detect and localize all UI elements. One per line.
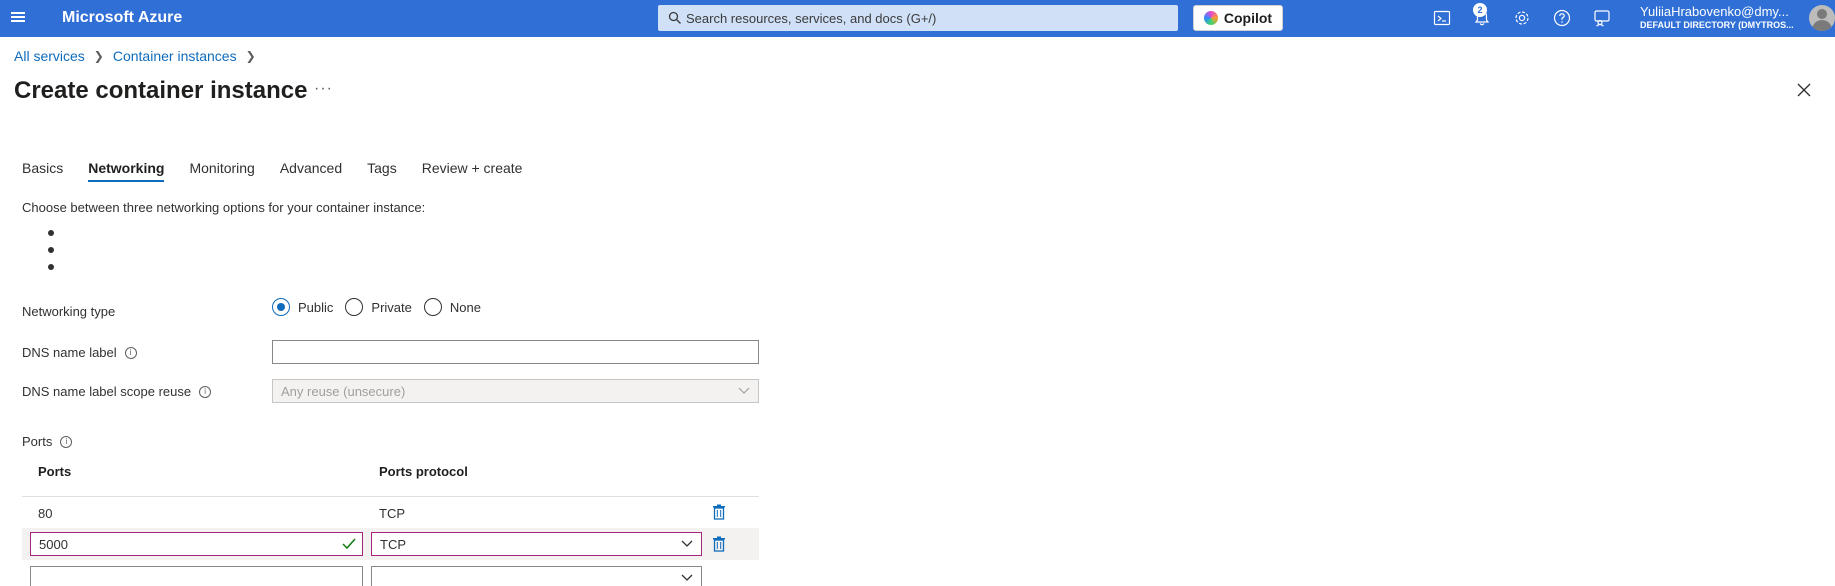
checkmark-icon <box>342 538 356 550</box>
copilot-label: Copilot <box>1223 10 1273 26</box>
ports-label-text: Ports <box>22 434 53 449</box>
new-port-input-field[interactable] <box>30 566 363 586</box>
divider <box>22 496 759 497</box>
delete-icon[interactable] <box>712 536 726 552</box>
copilot-icon <box>1203 11 1218 25</box>
chevron-right-icon: ❯ <box>93 49 104 63</box>
global-search[interactable] <box>658 5 1178 31</box>
chevron-right-icon: ❯ <box>245 49 256 63</box>
info-icon[interactable]: i <box>60 435 73 448</box>
dns-scope-value: Any reuse (unsecure) <box>281 384 406 399</box>
tab-monitoring[interactable]: Monitoring <box>189 160 254 182</box>
notification-badge: 2 <box>1473 3 1487 17</box>
tab-tags[interactable]: Tags <box>367 160 397 182</box>
column-header-protocol: Ports protocol <box>379 464 468 479</box>
dns-name-label-text: DNS name label <box>22 345 117 360</box>
breadcrumb-container-instances[interactable]: Container instances <box>113 48 237 64</box>
account-info[interactable]: YuliiaHrabovenko@dmy... DEFAULT DIRECTOR… <box>1640 4 1810 30</box>
networking-type-radio-group: Public Private None <box>272 298 493 316</box>
port-cell: 80 <box>38 506 53 521</box>
ports-label: Ports i <box>22 434 73 449</box>
info-icon[interactable]: i <box>199 385 212 398</box>
feedback-icon[interactable] <box>1592 8 1612 28</box>
networking-type-text: Networking type <box>22 304 116 319</box>
user-directory: DEFAULT DIRECTORY (DMYTROS... <box>1640 20 1794 30</box>
dns-name-field[interactable] <box>272 340 759 364</box>
wizard-tabs: Basics Networking Monitoring Advanced Ta… <box>22 160 547 182</box>
delete-icon[interactable] <box>712 504 726 520</box>
tab-basics[interactable]: Basics <box>22 160 63 182</box>
radio-private-label: Private <box>371 299 412 315</box>
networking-type-label: Networking type <box>22 304 115 319</box>
list-item <box>48 230 54 236</box>
help-icon[interactable] <box>1552 8 1572 28</box>
dns-name-input[interactable] <box>273 341 758 363</box>
new-protocol-select[interactable] <box>371 566 702 586</box>
radio-public[interactable]: Public <box>272 298 333 316</box>
tab-networking[interactable]: Networking <box>88 160 165 182</box>
top-bar: Microsoft Azure Copilot 2 YuliiaHraboven… <box>0 0 1835 37</box>
search-icon <box>668 11 681 24</box>
tab-advanced[interactable]: Advanced <box>280 160 342 182</box>
cloud-shell-icon[interactable] <box>1432 8 1452 28</box>
column-header-ports: Ports <box>38 464 72 479</box>
copilot-button[interactable]: Copilot <box>1193 5 1283 31</box>
dns-scope-select: Any reuse (unsecure) <box>272 379 759 403</box>
tab-review-create[interactable]: Review + create <box>422 160 523 182</box>
breadcrumb-all-services[interactable]: All services <box>14 48 85 64</box>
menu-icon[interactable] <box>10 10 26 26</box>
search-input[interactable] <box>686 5 1166 31</box>
list-item <box>48 264 54 270</box>
radio-none-label: None <box>449 299 481 315</box>
new-port-input[interactable] <box>31 567 362 586</box>
port-value: 5000 <box>39 537 68 552</box>
radio-none[interactable]: None <box>423 298 481 316</box>
radio-circle <box>423 298 442 316</box>
dns-name-label: DNS name label i <box>22 345 137 360</box>
radio-circle <box>345 298 364 316</box>
chevron-down-icon <box>681 540 693 547</box>
dns-scope-label-text: DNS name label scope reuse <box>22 384 192 399</box>
protocol-value: TCP <box>380 537 406 552</box>
radio-circle <box>272 298 290 316</box>
page-title: Create container instance <box>14 77 308 104</box>
avatar[interactable] <box>1809 5 1835 31</box>
brand-title[interactable]: Microsoft Azure <box>62 9 182 27</box>
radio-private[interactable]: Private <box>345 298 412 316</box>
breadcrumb: All services ❯ Container instances ❯ <box>14 48 265 64</box>
protocol-cell: TCP <box>379 506 405 521</box>
close-icon[interactable] <box>1796 82 1812 98</box>
user-name: YuliiaHrabovenko@dmy... <box>1640 4 1789 19</box>
more-options-icon[interactable]: ··· <box>314 80 333 98</box>
port-input-field[interactable]: 5000 <box>30 532 363 556</box>
radio-public-label: Public <box>298 299 334 315</box>
list-item <box>48 247 54 253</box>
info-icon[interactable]: i <box>124 346 137 359</box>
protocol-select[interactable]: TCP <box>371 532 702 556</box>
chevron-down-icon <box>681 574 693 581</box>
settings-icon[interactable] <box>1512 8 1532 28</box>
networking-intro: Choose between three networking options … <box>22 200 426 215</box>
bullet-list <box>48 230 54 281</box>
chevron-down-icon <box>738 387 750 394</box>
dns-scope-label: DNS name label scope reuse i <box>22 384 212 399</box>
